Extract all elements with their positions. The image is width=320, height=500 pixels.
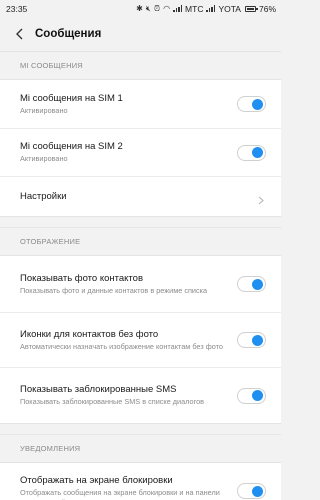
section-header-notifications: УВЕДОМЛЕНИЯ [0,434,281,462]
carrier-2: YOTA [218,3,241,14]
setting-title: Mi сообщения на SIM 2 [20,141,123,153]
alarm-icon: ⏰︎ [153,3,161,13]
back-chevron-icon[interactable] [12,27,26,41]
status-time: 23:35 [6,3,28,14]
sim2-toggle[interactable] [237,144,266,161]
setting-sim1[interactable]: Mi сообщения на SIM 1 Активировано [0,80,281,128]
display-settings-card: Показывать фото контактов Показывать фот… [0,255,281,424]
chevron-right-icon [258,192,264,205]
setting-contact-icons[interactable]: Иконки для контактов без фото Автоматиче… [0,312,281,367]
setting-subtitle: Отображать сообщения на экране блокировк… [20,488,220,500]
setting-title: Иконки для контактов без фото [20,328,159,340]
setting-title: Отображать на экране блокировки [20,475,173,486]
section-header-mi: MI СООБЩЕНИЯ [0,51,281,79]
setting-subtitle: Автоматически назначать изображение конт… [20,341,223,351]
setting-mi-options[interactable]: Настройки [0,176,281,216]
mi-settings-card: Mi сообщения на SIM 1 Активировано Mi со… [0,79,281,217]
setting-sim2[interactable]: Mi сообщения на SIM 2 Активировано [0,128,281,176]
setting-title: Показывать фото контактов [20,272,144,284]
status-bar: 23:35 ✱ 🔇︎ ⏰︎ ◠ MTC YOTA 76% [0,0,281,17]
setting-blocked-sms[interactable]: Показывать заблокированные SMS Показыват… [0,367,281,423]
signal-icon [173,5,183,12]
contact-icons-toggle[interactable] [237,332,266,348]
mute-icon: 🔇︎ [145,3,151,13]
setting-subtitle: Показывать фото и данные контактов в реж… [20,285,208,295]
setting-subtitle: Активировано [20,154,68,164]
section-header-display: ОТОБРАЖЕНИЕ [0,227,281,255]
title-bar: Сообщения [0,17,281,51]
blocked-sms-toggle[interactable] [237,387,266,404]
sim1-toggle[interactable] [237,96,266,112]
carrier-1: MTC [185,3,204,14]
setting-subtitle: Активировано [20,105,68,115]
lock-screen-toggle[interactable] [237,483,266,499]
setting-subtitle: Показывать заблокированные SMS в списке … [20,397,205,407]
battery-icon [244,5,258,12]
setting-title: Показывать заблокированные SMS [20,384,177,396]
setting-lock-screen[interactable]: Отображать на экране блокировки Отобража… [0,463,281,500]
wifi-icon: ◠ [163,3,171,13]
setting-title: Настройки [20,190,67,202]
contact-photos-toggle[interactable] [237,276,266,292]
bluetooth-icon: ✱ [136,3,143,13]
signal-icon [206,5,216,12]
page-title: Сообщения [35,28,102,40]
battery-level: 76% [258,3,276,14]
setting-contact-photos[interactable]: Показывать фото контактов Показывать фот… [0,256,281,312]
setting-title: Mi сообщения на SIM 1 [20,92,123,104]
notifications-settings-card: Отображать на экране блокировки Отобража… [0,462,281,500]
